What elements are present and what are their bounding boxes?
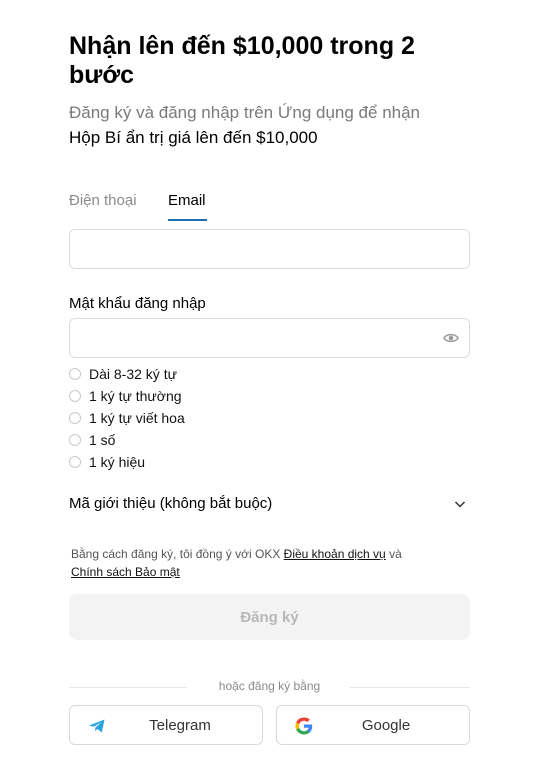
terms-of-service-link[interactable]: Điều khoản dịch vụ	[284, 547, 386, 561]
eye-icon[interactable]	[443, 331, 459, 345]
referral-label: Mã giới thiệu (không bắt buộc)	[69, 495, 273, 512]
privacy-policy-link[interactable]: Chính sách Bảo mật	[71, 565, 180, 579]
password-field[interactable]	[70, 319, 434, 355]
password-rule: 1 ký tự thường	[69, 387, 269, 407]
password-rule: 1 ký tự viết hoa	[69, 409, 269, 429]
tab-phone[interactable]: Điện thoại	[69, 192, 137, 210]
page-title: Nhận lên đến $10,000 trong 2 bước	[69, 32, 415, 89]
referral-code-toggle[interactable]: Mã giới thiệu (không bắt buộc)	[69, 493, 470, 517]
rule-status-icon	[69, 368, 81, 380]
tab-email[interactable]: Email	[168, 192, 206, 210]
password-label: Mật khẩu đăng nhập	[69, 295, 206, 312]
rule-status-icon	[69, 456, 81, 468]
signup-button[interactable]: Đăng ký	[69, 594, 470, 640]
email-field[interactable]	[70, 230, 434, 266]
email-field-container	[69, 229, 470, 269]
rule-status-icon	[69, 412, 81, 424]
password-rule: Dài 8-32 ký tự	[69, 365, 269, 385]
password-rule: 1 số	[69, 431, 269, 451]
telegram-label: Telegram	[149, 717, 211, 734]
rule-status-icon	[69, 390, 81, 402]
subtitle-line-2: Hộp Bí ẩn trị giá lên đến $10,000	[69, 128, 318, 147]
telegram-signup-button[interactable]: Telegram	[69, 705, 263, 745]
divider: hoặc đăng ký bằng	[69, 678, 470, 696]
active-tab-indicator	[168, 219, 207, 221]
chevron-down-icon	[454, 501, 466, 508]
rule-status-icon	[69, 434, 81, 446]
password-field-container	[69, 318, 470, 358]
subtitle-line-1: Đăng ký và đăng nhập trên Ứng dụng để nh…	[69, 103, 421, 122]
terms-text: Bằng cách đăng ký, tôi đồng ý với OKX Đi…	[71, 547, 402, 579]
divider-text: hoặc đăng ký bằng	[218, 679, 321, 693]
google-signup-button[interactable]: Google	[276, 705, 470, 745]
google-label: Google	[361, 717, 411, 734]
password-rule: 1 ký hiệu	[69, 453, 269, 473]
